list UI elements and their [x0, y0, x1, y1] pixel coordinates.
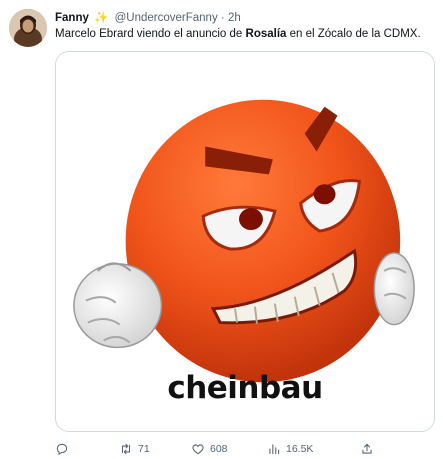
tweet-actions: 71 608 16.5K — [55, 439, 435, 459]
tweet-text: Marcelo Ebrard viendo el anuncio de Rosa… — [55, 27, 433, 42]
views-icon — [269, 444, 280, 455]
tweet-media-image[interactable]: cheinbau — [55, 51, 435, 432]
user-handle[interactable]: @UndercoverFanny — [115, 12, 218, 24]
right-fist — [373, 252, 415, 326]
tweet[interactable]: Fanny ✨ @UndercoverFanny · 2h Marcelo Eb… — [0, 0, 443, 459]
tweet-timestamp[interactable]: 2h — [228, 12, 241, 24]
share-icon — [362, 443, 372, 454]
retweet-count: 71 — [138, 443, 150, 455]
emoji-face — [125, 99, 401, 383]
tweet-text-part: Marcelo Ebrard viendo el anuncio de — [55, 28, 246, 40]
views-count: 16.5K — [286, 443, 314, 455]
display-name[interactable]: Fanny — [55, 12, 89, 24]
share-button[interactable] — [360, 439, 374, 459]
tweet-header: Fanny ✨ @UndercoverFanny · 2h — [55, 11, 433, 25]
left-fist — [73, 262, 163, 349]
views-button[interactable]: 16.5K — [267, 439, 313, 459]
avatar[interactable] — [9, 9, 47, 47]
retweet-icon — [121, 443, 131, 455]
right-pupil — [313, 184, 336, 205]
reply-icon — [56, 443, 68, 456]
sparkles-icon: ✨ — [94, 12, 109, 24]
image-caption: cheinbau — [167, 370, 323, 406]
retweet-button[interactable]: 71 — [119, 439, 150, 459]
like-icon — [192, 444, 204, 455]
tweet-text-part: en el Zócalo de la CDMX. — [286, 28, 421, 40]
separator-dot: · — [220, 12, 225, 24]
left-pupil — [239, 208, 263, 231]
like-count: 608 — [210, 443, 228, 455]
like-button[interactable]: 608 — [191, 439, 228, 459]
reply-button[interactable] — [55, 439, 74, 459]
tweet-text-mention: Rosalía — [245, 28, 287, 40]
